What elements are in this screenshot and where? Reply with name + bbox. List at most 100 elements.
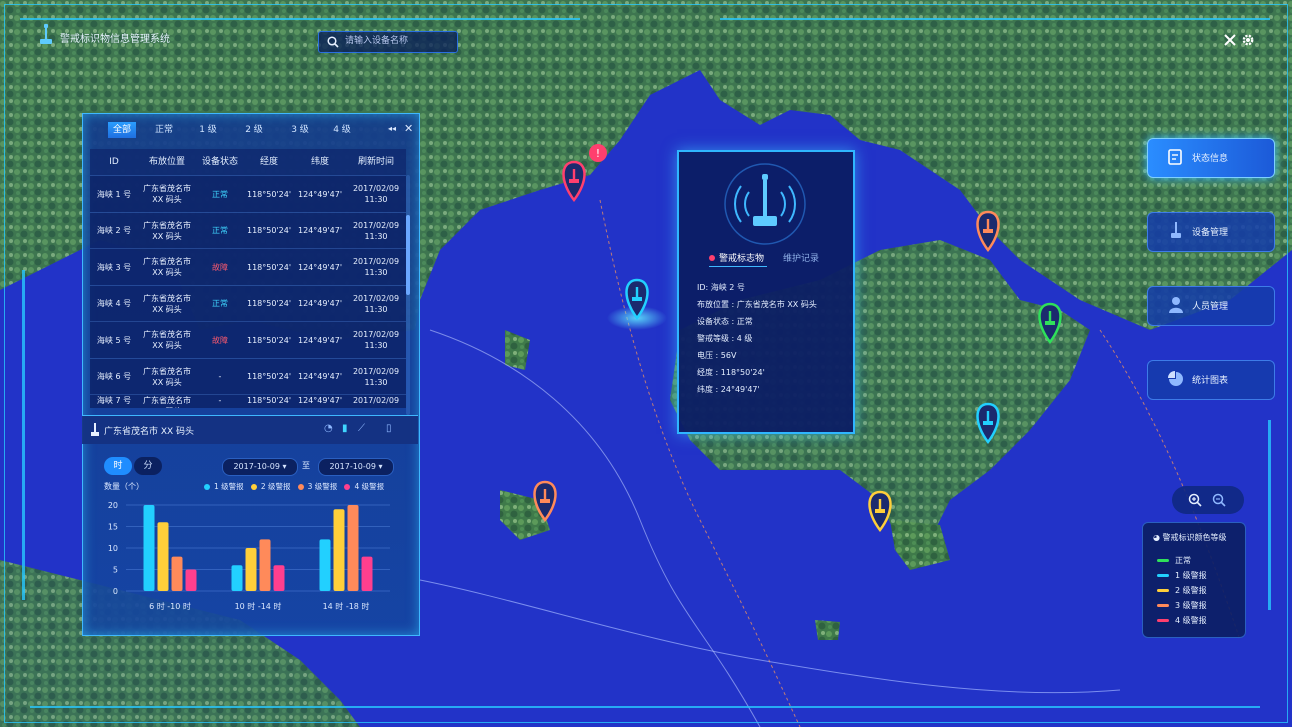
cell-id: 海峡 3 号 (96, 262, 132, 272)
bar-4-3[interactable] (361, 556, 373, 591)
cell-location: 广东省茂名市XX 码头 (143, 184, 191, 204)
bar-2-2[interactable] (245, 548, 257, 591)
cell-latitude: 124°49'47' (297, 189, 343, 199)
close-icon[interactable]: ✕ (404, 122, 413, 135)
save-icon[interactable]: ▯ (386, 423, 392, 434)
bar-3-1[interactable] (171, 556, 183, 591)
cell-longitude: 118°50'24' (246, 396, 292, 405)
zoom-in-icon[interactable] (1188, 493, 1202, 507)
search-input[interactable] (345, 34, 451, 48)
info-voltage: 电压 : 56V (697, 351, 737, 360)
pie-view-icon[interactable]: ◔ (324, 423, 333, 434)
search-icon[interactable] (327, 36, 339, 48)
table-row[interactable]: 海峡 3 号 广东省茂名市 XX 码头 故障 118°50'24' 124°49'47' 2… (90, 248, 406, 285)
col-id: ID (109, 157, 119, 167)
scrollbar-thumb[interactable] (406, 215, 410, 295)
bar-4-2[interactable] (273, 565, 285, 591)
legend-swatch (1157, 574, 1169, 577)
popup-tab-marker[interactable]: 警戒标志物 (719, 251, 764, 264)
cell-latitude: 124°49'47' (297, 335, 343, 345)
cell-longitude: 118°50'24' (246, 262, 292, 272)
collapse-icon[interactable]: ◂◂ (388, 124, 396, 133)
bar-1-2[interactable] (231, 565, 243, 591)
y-tick-label: 15 (108, 523, 118, 532)
legend-title: ◕ 警戒标识颜色等级 (1153, 533, 1227, 542)
bar-1-3[interactable] (319, 539, 331, 591)
menu-device-management[interactable]: 设备管理 (1147, 212, 1275, 252)
cell-status: 正常 (212, 299, 228, 308)
unit-minute-toggle[interactable]: 分 (134, 457, 162, 475)
tab-all[interactable]: 全部 (108, 122, 136, 138)
cell-refresh-time: 2017/02/0911:30 (352, 184, 400, 204)
legend-row: 3 级警报 (1157, 600, 1207, 612)
table-row[interactable]: 海峡 6 号 广东省茂名市 XX 码头 - 118°50'24' 124°49'47' 20… (90, 357, 406, 395)
tab-level-1[interactable]: 1 级 (192, 122, 224, 138)
unit-hour-toggle[interactable]: 时 (104, 457, 132, 475)
bar-2-3[interactable] (333, 509, 345, 591)
legend-row: 1 级警报 (1157, 570, 1207, 582)
tab-normal[interactable]: 正常 (148, 122, 180, 138)
col-latitude: 纬度 (310, 157, 329, 167)
bar-2-1[interactable] (157, 522, 169, 591)
cell-id: 海峡 4 号 (96, 299, 132, 308)
bar-view-icon[interactable]: ▮ (342, 423, 348, 434)
cell-status: 正常 (212, 226, 228, 235)
cell-longitude: 118°50'24' (246, 226, 292, 235)
bar-1-1[interactable] (143, 505, 155, 591)
cell-status: - (218, 396, 222, 405)
buoy-icon (91, 423, 99, 436)
buoy-logo-icon (40, 24, 52, 44)
date-to-select[interactable]: 2017-10-09 ▾ (318, 458, 394, 476)
bar-3-2[interactable] (259, 539, 271, 591)
tab-level-3[interactable]: 3 级 (284, 122, 316, 138)
y-tick-label: 0 (113, 587, 118, 596)
bar-3-3[interactable] (347, 505, 359, 591)
legend-item-4: 4 级警报 (344, 482, 384, 491)
menu-label: 设备管理 (1192, 228, 1229, 238)
tab-level-2[interactable]: 2 级 (238, 122, 270, 138)
table-scrollbar[interactable] (406, 175, 410, 415)
menu-label: 状态信息 (1192, 154, 1229, 164)
gear-icon[interactable] (1241, 33, 1255, 47)
cell-longitude: 118°50'24' (246, 299, 292, 308)
col-longitude: 经度 (259, 157, 278, 167)
table-row[interactable]: 海峡 7 号 广东省茂名市XX 码头 - 118°50'24' 124°49'47' 20… (90, 394, 406, 408)
app-title: 警戒标识物信息管理系统 (60, 34, 170, 45)
detail-title: 广东省茂名市 XX 码头 (104, 427, 195, 437)
legend-swatch (1157, 589, 1169, 592)
cell-longitude: 118°50'24' (246, 372, 292, 381)
frame-left-rail (22, 270, 25, 600)
bar-4-1[interactable] (185, 569, 197, 592)
menu-personnel-management[interactable]: 人员管理 (1147, 286, 1275, 326)
date-from-select[interactable]: 2017-10-09 ▾ (222, 458, 298, 476)
cell-status: - (218, 372, 222, 381)
buoy-signal-icon (724, 163, 806, 245)
y-tick-label: 5 (113, 566, 118, 575)
table-row[interactable]: 海峡 5 号 广东省茂名市 XX 码头 故障 118°50'24' 124°49'47' 2… (90, 321, 406, 358)
info-status: 设备状态 : 正常 (697, 317, 753, 326)
cell-id: 海峡 5 号 (96, 335, 132, 345)
menu-statistics[interactable]: 统计图表 (1147, 360, 1275, 400)
info-alert-level: 警戒等级 : 4 级 (697, 334, 753, 343)
cell-status: 故障 (212, 262, 228, 272)
date-separator: 至 (302, 461, 310, 470)
menu-status-info[interactable]: 状态信息 (1147, 138, 1275, 178)
cell-refresh-time: 2017/02/0911:30 (352, 330, 400, 350)
col-refresh-time: 刷新时间 (357, 157, 394, 167)
cell-latitude: 124°49'47' (297, 262, 343, 272)
table-row[interactable]: 海峡 2 号 广东省茂名市 XX 码头 正常 118°50'24' 124°49'47' 2… (90, 211, 406, 249)
tab-level-4[interactable]: 4 级 (326, 122, 358, 138)
cell-refresh-time: 2017/02/0911:30 (352, 220, 400, 241)
wrench-icon[interactable] (1223, 33, 1237, 47)
table-row[interactable]: 海峡 4 号 广东省茂名市 XX 码头 正常 118°50'24' 124°49'47' 2… (90, 284, 406, 322)
legend-item-3: 3 级警报 (297, 482, 337, 491)
table-row[interactable]: 海峡 1 号 广东省茂名市 XX 码头 正常 118°50'24' 124°49'47' 2… (90, 175, 406, 212)
frame-right-rail (1268, 420, 1271, 610)
search-box[interactable] (318, 31, 458, 53)
line-view-icon[interactable]: ⟋ (358, 423, 365, 434)
legend-row: 2 级警报 (1157, 585, 1207, 597)
popup-tab-maintenance[interactable]: 维护记录 (783, 251, 819, 264)
pie-chart-icon (1168, 371, 1183, 386)
zoom-out-icon[interactable] (1212, 493, 1226, 507)
legend-item-2: 2 级警报 (250, 482, 290, 491)
